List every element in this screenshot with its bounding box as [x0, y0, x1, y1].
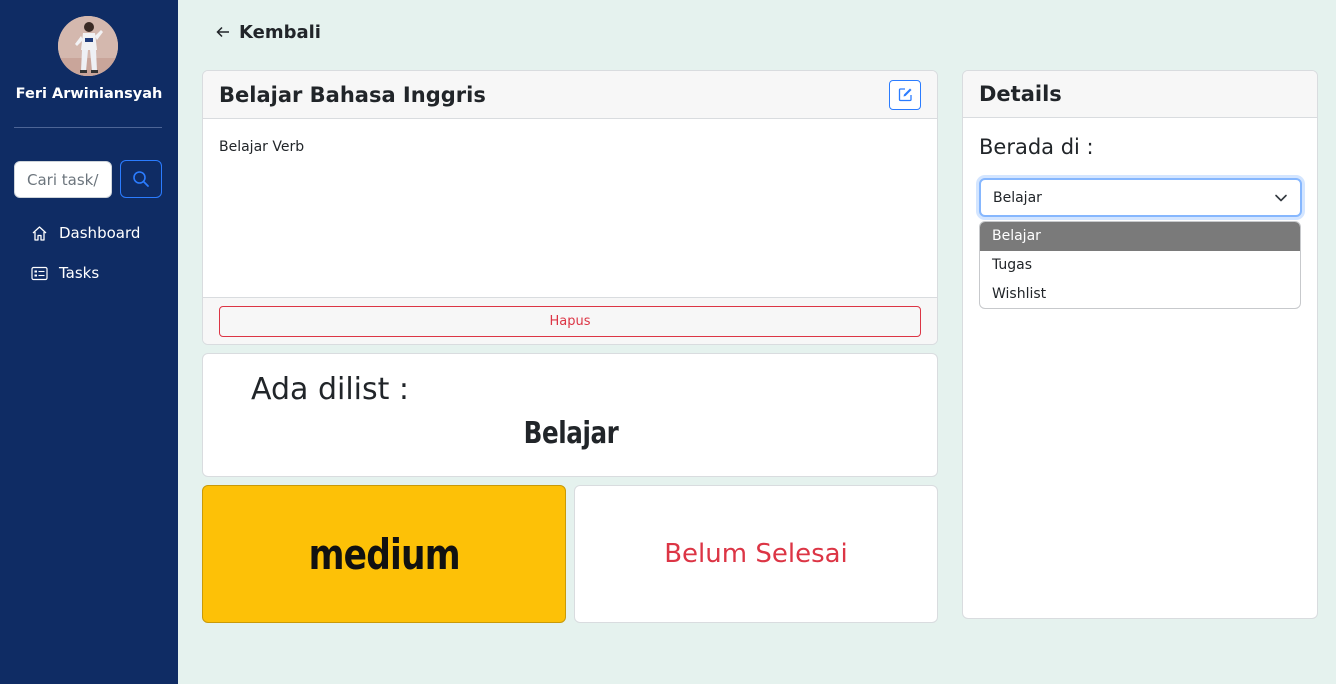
list-select-value: Belajar [993, 189, 1042, 206]
sidebar-item-label: Tasks [59, 264, 100, 282]
list-info-card: Ada dilist : Belajar [202, 353, 938, 477]
back-link[interactable]: Kembali [216, 22, 321, 43]
delete-button[interactable]: Hapus [219, 306, 921, 337]
back-label: Kembali [239, 22, 321, 43]
priority-card: medium [202, 485, 566, 623]
sidebar-item-tasks[interactable]: Tasks [30, 264, 99, 282]
user-name: Feri Arwiniansyah [15, 86, 163, 102]
home-icon [30, 224, 48, 242]
dropdown-option-wishlist[interactable]: Wishlist [980, 280, 1300, 308]
sidebar: Feri Arwiniansyah Dashboard Tasks [0, 0, 178, 684]
task-card-footer: Hapus [203, 297, 937, 344]
details-title: Details [979, 82, 1062, 106]
list-name: Belajar [523, 416, 619, 451]
dropdown-option-tugas[interactable]: Tugas [980, 251, 1300, 280]
search-button[interactable] [120, 160, 162, 198]
details-card: Details Berada di : Belajar Belajar Tuga… [962, 70, 1318, 619]
task-card-header: Belajar Bahasa Inggris [203, 71, 937, 119]
task-title: Belajar Bahasa Inggris [219, 82, 486, 107]
search-input[interactable] [14, 161, 112, 198]
sidebar-item-label: Dashboard [59, 224, 141, 242]
list-select-dropdown: Belajar Tugas Wishlist [979, 221, 1301, 309]
status-card: Belum Selesai [574, 485, 938, 623]
task-description: Belajar Verb [219, 139, 305, 155]
edit-button[interactable] [889, 79, 921, 110]
list-select[interactable]: Belajar [979, 178, 1302, 217]
search-icon [133, 171, 149, 187]
list-label: Ada dilist : [251, 372, 410, 407]
edit-icon [898, 88, 912, 102]
list-card-icon [30, 264, 48, 282]
sidebar-divider [14, 127, 162, 128]
avatar[interactable] [58, 16, 118, 76]
arrow-left-icon [216, 24, 230, 42]
sidebar-item-dashboard[interactable]: Dashboard [30, 224, 140, 242]
avatar-photo-icon [58, 16, 118, 76]
located-label: Berada di : [979, 135, 1094, 159]
task-card: Belajar Bahasa Inggris Belajar Verb Hapu… [202, 70, 938, 345]
details-card-header: Details [963, 71, 1317, 118]
dropdown-option-belajar[interactable]: Belajar [980, 222, 1300, 251]
priority-label: medium [308, 529, 460, 579]
status-label: Belum Selesai [664, 539, 848, 569]
chevron-down-icon [1275, 194, 1287, 201]
